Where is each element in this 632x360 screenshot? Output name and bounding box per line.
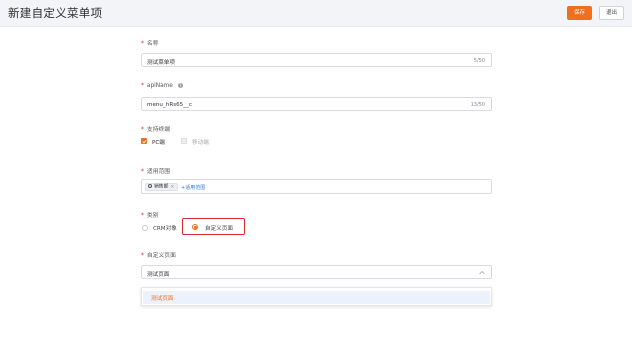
required-marker: * — [141, 41, 144, 47]
annotation-highlight-box — [182, 218, 245, 235]
mobile-checkbox[interactable] — [181, 138, 187, 144]
mobile-checkbox-label[interactable]: 移动端 — [192, 138, 209, 146]
crm-object-radio[interactable] — [142, 225, 148, 231]
api-name-value: menu_hRs65__c — [147, 101, 192, 108]
terminals-label: * 支持终端 — [141, 127, 171, 133]
custom-page-label: * 自定义页面 — [141, 253, 176, 259]
exit-button[interactable]: 退出 — [599, 6, 624, 20]
pc-checkbox[interactable] — [141, 138, 147, 144]
name-input[interactable]: 测试菜单项 5/50 — [141, 53, 492, 67]
help-icon[interactable]: ? — [177, 83, 183, 88]
custom-page-dropdown: 测试页面 — [141, 287, 492, 306]
required-marker: * — [141, 127, 144, 133]
department-icon — [148, 184, 152, 188]
name-label: * 名称 — [141, 41, 159, 47]
required-marker: * — [141, 83, 144, 90]
name-char-count: 5/50 — [473, 57, 485, 64]
api-name-label: * apiName? — [141, 83, 183, 90]
scope-field[interactable]: 销售部 × +适用范围 — [141, 179, 492, 194]
remove-tag-icon[interactable]: × — [170, 185, 174, 190]
checkmark-icon — [141, 139, 147, 143]
crm-object-radio-label[interactable]: CRM对象 — [153, 224, 177, 232]
required-marker: * — [141, 253, 144, 259]
page-title: 新建自定义菜单项 — [8, 6, 103, 20]
required-marker: * — [141, 169, 144, 175]
dropdown-option[interactable]: 测试页面 — [143, 291, 490, 304]
chevron-up-icon — [479, 271, 485, 275]
name-value: 测试菜单项 — [147, 59, 175, 66]
page-header: 新建自定义菜单项 保存 退出 — [0, 0, 632, 27]
custom-page-select[interactable]: 测试页面 — [141, 265, 492, 279]
pc-checkbox-label[interactable]: PC端 — [152, 138, 165, 146]
save-button[interactable]: 保存 — [567, 6, 592, 20]
required-marker: * — [141, 213, 144, 219]
api-name-char-count: 13/50 — [470, 101, 485, 108]
category-label: * 类别 — [141, 213, 159, 219]
api-name-input[interactable]: menu_hRs65__c 13/50 — [141, 97, 492, 111]
custom-page-select-value: 测试页面 — [147, 271, 170, 278]
add-scope-link[interactable]: +适用范围 — [181, 184, 205, 191]
scope-tag: 销售部 × — [145, 183, 179, 191]
scope-label: * 适用范围 — [141, 169, 171, 175]
